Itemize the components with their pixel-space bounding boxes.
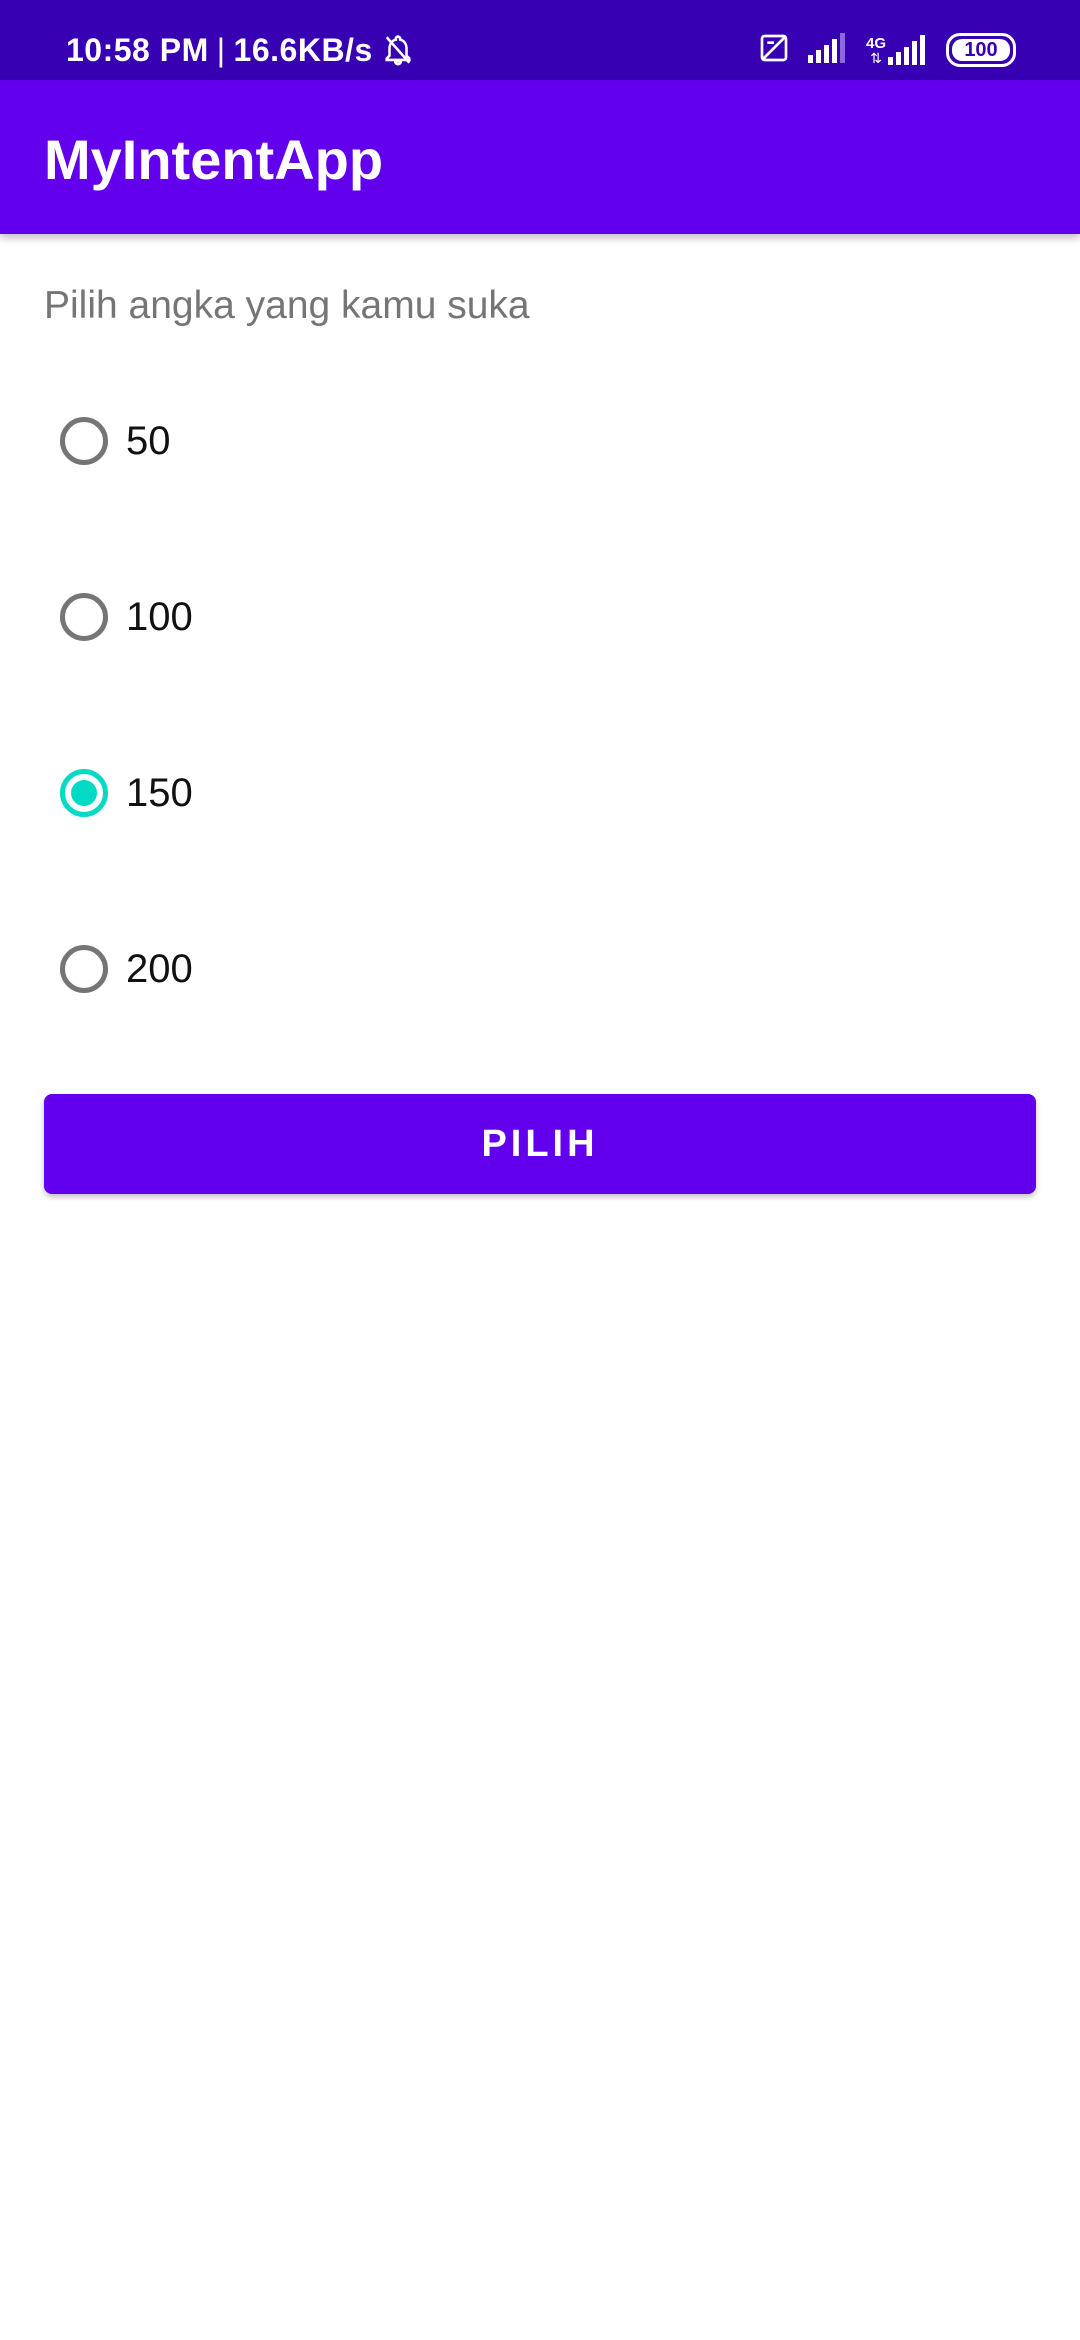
radio-label: 150 (126, 770, 193, 815)
signal-4g-icon: 4G ⇅ (866, 35, 928, 65)
bell-off-icon (381, 33, 415, 67)
radio-button[interactable] (60, 769, 108, 817)
radio-label: 100 (126, 594, 193, 639)
status-bar: 10:58 PM | 16.6KB/s 4G ⇅ 100 (0, 0, 1080, 80)
network-type-label: 4G (865, 35, 886, 52)
radio-button[interactable] (60, 945, 108, 993)
battery-level: 100 (964, 38, 998, 61)
prompt-text: Pilih angka yang kamu suka (44, 284, 530, 327)
no-sim-icon (758, 32, 790, 69)
radio-checked-dot (71, 780, 97, 806)
radio-button[interactable] (60, 593, 108, 641)
radio-option-150[interactable]: 150 (44, 738, 444, 848)
pilih-button[interactable]: PILIH (44, 1094, 1036, 1194)
radio-label: 200 (126, 946, 193, 991)
battery-icon: 100 (946, 33, 1016, 67)
signal-icon (807, 32, 848, 68)
radio-option-100[interactable]: 100 (44, 562, 444, 672)
app-bar: MyIntentApp (0, 80, 1080, 234)
radio-option-50[interactable]: 50 (44, 386, 444, 496)
status-net-speed: 16.6KB/s (233, 31, 373, 68)
radio-label: 50 (126, 418, 171, 463)
status-separator: | (216, 31, 226, 68)
status-time: 10:58 PM (66, 31, 209, 68)
radio-option-200[interactable]: 200 (44, 914, 444, 1024)
app-title: MyIntentApp (44, 128, 384, 191)
radio-button[interactable] (60, 417, 108, 465)
